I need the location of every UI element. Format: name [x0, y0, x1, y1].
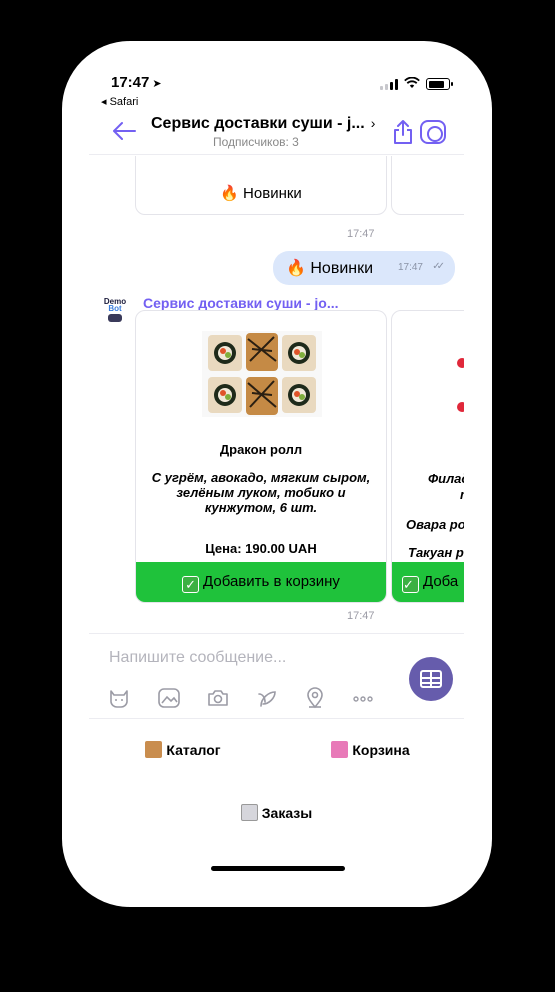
catalog-button[interactable]: Каталог [89, 730, 277, 770]
delivered-checks-icon: ✓✓ [432, 261, 445, 272]
previous-rich-card: 🔥 Новинки [135, 156, 387, 215]
shopping-bags-icon [331, 741, 349, 758]
bot-keyboard-toggle-button[interactable] [409, 657, 453, 701]
share-icon[interactable] [392, 119, 414, 145]
viber-channel-icon[interactable] [420, 120, 446, 144]
battery-icon [426, 78, 453, 90]
outgoing-message[interactable]: 🔥 Новинки 17:47 ✓✓ [273, 251, 455, 285]
location-arrow-icon: ➤ [152, 78, 162, 90]
chevron-right-icon: › [370, 115, 376, 131]
previous-rich-card-next [391, 156, 464, 215]
product-price: Цена: 190.00 UAH [205, 541, 317, 556]
clipboard-icon [240, 804, 258, 821]
add-to-cart-button-next[interactable]: ✓ Доба [392, 562, 464, 602]
product-card: Дракон ролл С угрём, авокадо, мягким сыр… [135, 310, 387, 603]
outgoing-message-text: 🔥 Новинки [286, 260, 374, 277]
product-name: Дракон ролл [219, 442, 303, 457]
message-input[interactable] [109, 648, 389, 668]
bot-keyboard: Каталог Корзина Заказы [89, 720, 464, 878]
product-description: С угрём, авокадо, мягким сыром, зелёным … [151, 470, 371, 515]
check-mark-icon: ✓ [402, 576, 419, 593]
robot-icon [108, 314, 122, 322]
chat-title[interactable]: Сервис доставки суши - j... › [151, 115, 375, 133]
status-bar: 17:47 ➤ ◂ Safari [89, 63, 464, 108]
camera-icon[interactable] [206, 686, 230, 710]
outgoing-message-time: 17:47 [397, 262, 423, 273]
previous-card-label: 🔥 Новинки [220, 185, 302, 202]
doodle-icon[interactable] [255, 686, 279, 710]
chat-header: Сервис доставки суши - j... › Подписчиков… [89, 107, 464, 155]
message-timestamp: 17:47 [347, 228, 375, 240]
sticker-icon[interactable] [107, 686, 131, 710]
cart-button[interactable]: Корзина [277, 730, 464, 770]
sushi-roll-image[interactable] [202, 331, 322, 417]
product-card-next-desc: т [460, 487, 464, 502]
location-icon[interactable] [303, 686, 327, 710]
check-mark-icon: ✓ [182, 576, 200, 593]
add-to-cart-button[interactable]: ✓ Добавить в корзину [136, 562, 386, 602]
more-icon[interactable] [351, 686, 375, 710]
product-card-next-line: Овара рол [406, 517, 464, 532]
home-indicator[interactable] [211, 866, 345, 871]
product-card-next: Филад т Овара рол Такуан ро ✓Доба [391, 310, 464, 603]
status-time: 17:47 ➤ [111, 74, 162, 91]
sushi-roll-image-partial[interactable] [456, 351, 464, 421]
orders-button[interactable]: Заказы [89, 793, 464, 833]
product-card-next-name: Филад [428, 471, 464, 486]
chat-messages: 🔥 Новинки 17:47 🔥 Новинки 17:47 ✓✓ Demo … [89, 156, 464, 633]
sender-name[interactable]: Сервис доставки суши - jo... [143, 295, 339, 311]
carousel-timestamp: 17:47 [347, 610, 375, 622]
wifi-icon [404, 76, 420, 92]
package-icon [145, 741, 163, 758]
keyboard-grid-icon [420, 670, 442, 688]
bot-avatar[interactable]: Demo Bot [101, 297, 129, 329]
signal-icon [380, 79, 398, 90]
message-composer [89, 633, 464, 719]
back-arrow-icon[interactable] [111, 121, 137, 141]
product-card-next-line: Такуан ро [408, 545, 464, 560]
viber-chat-screen: 17:47 ➤ ◂ Safari Сервис доставки суши - j… [89, 63, 464, 878]
subscribers-count: Подписчиков: 3 [213, 135, 299, 149]
gallery-icon[interactable] [157, 686, 181, 710]
